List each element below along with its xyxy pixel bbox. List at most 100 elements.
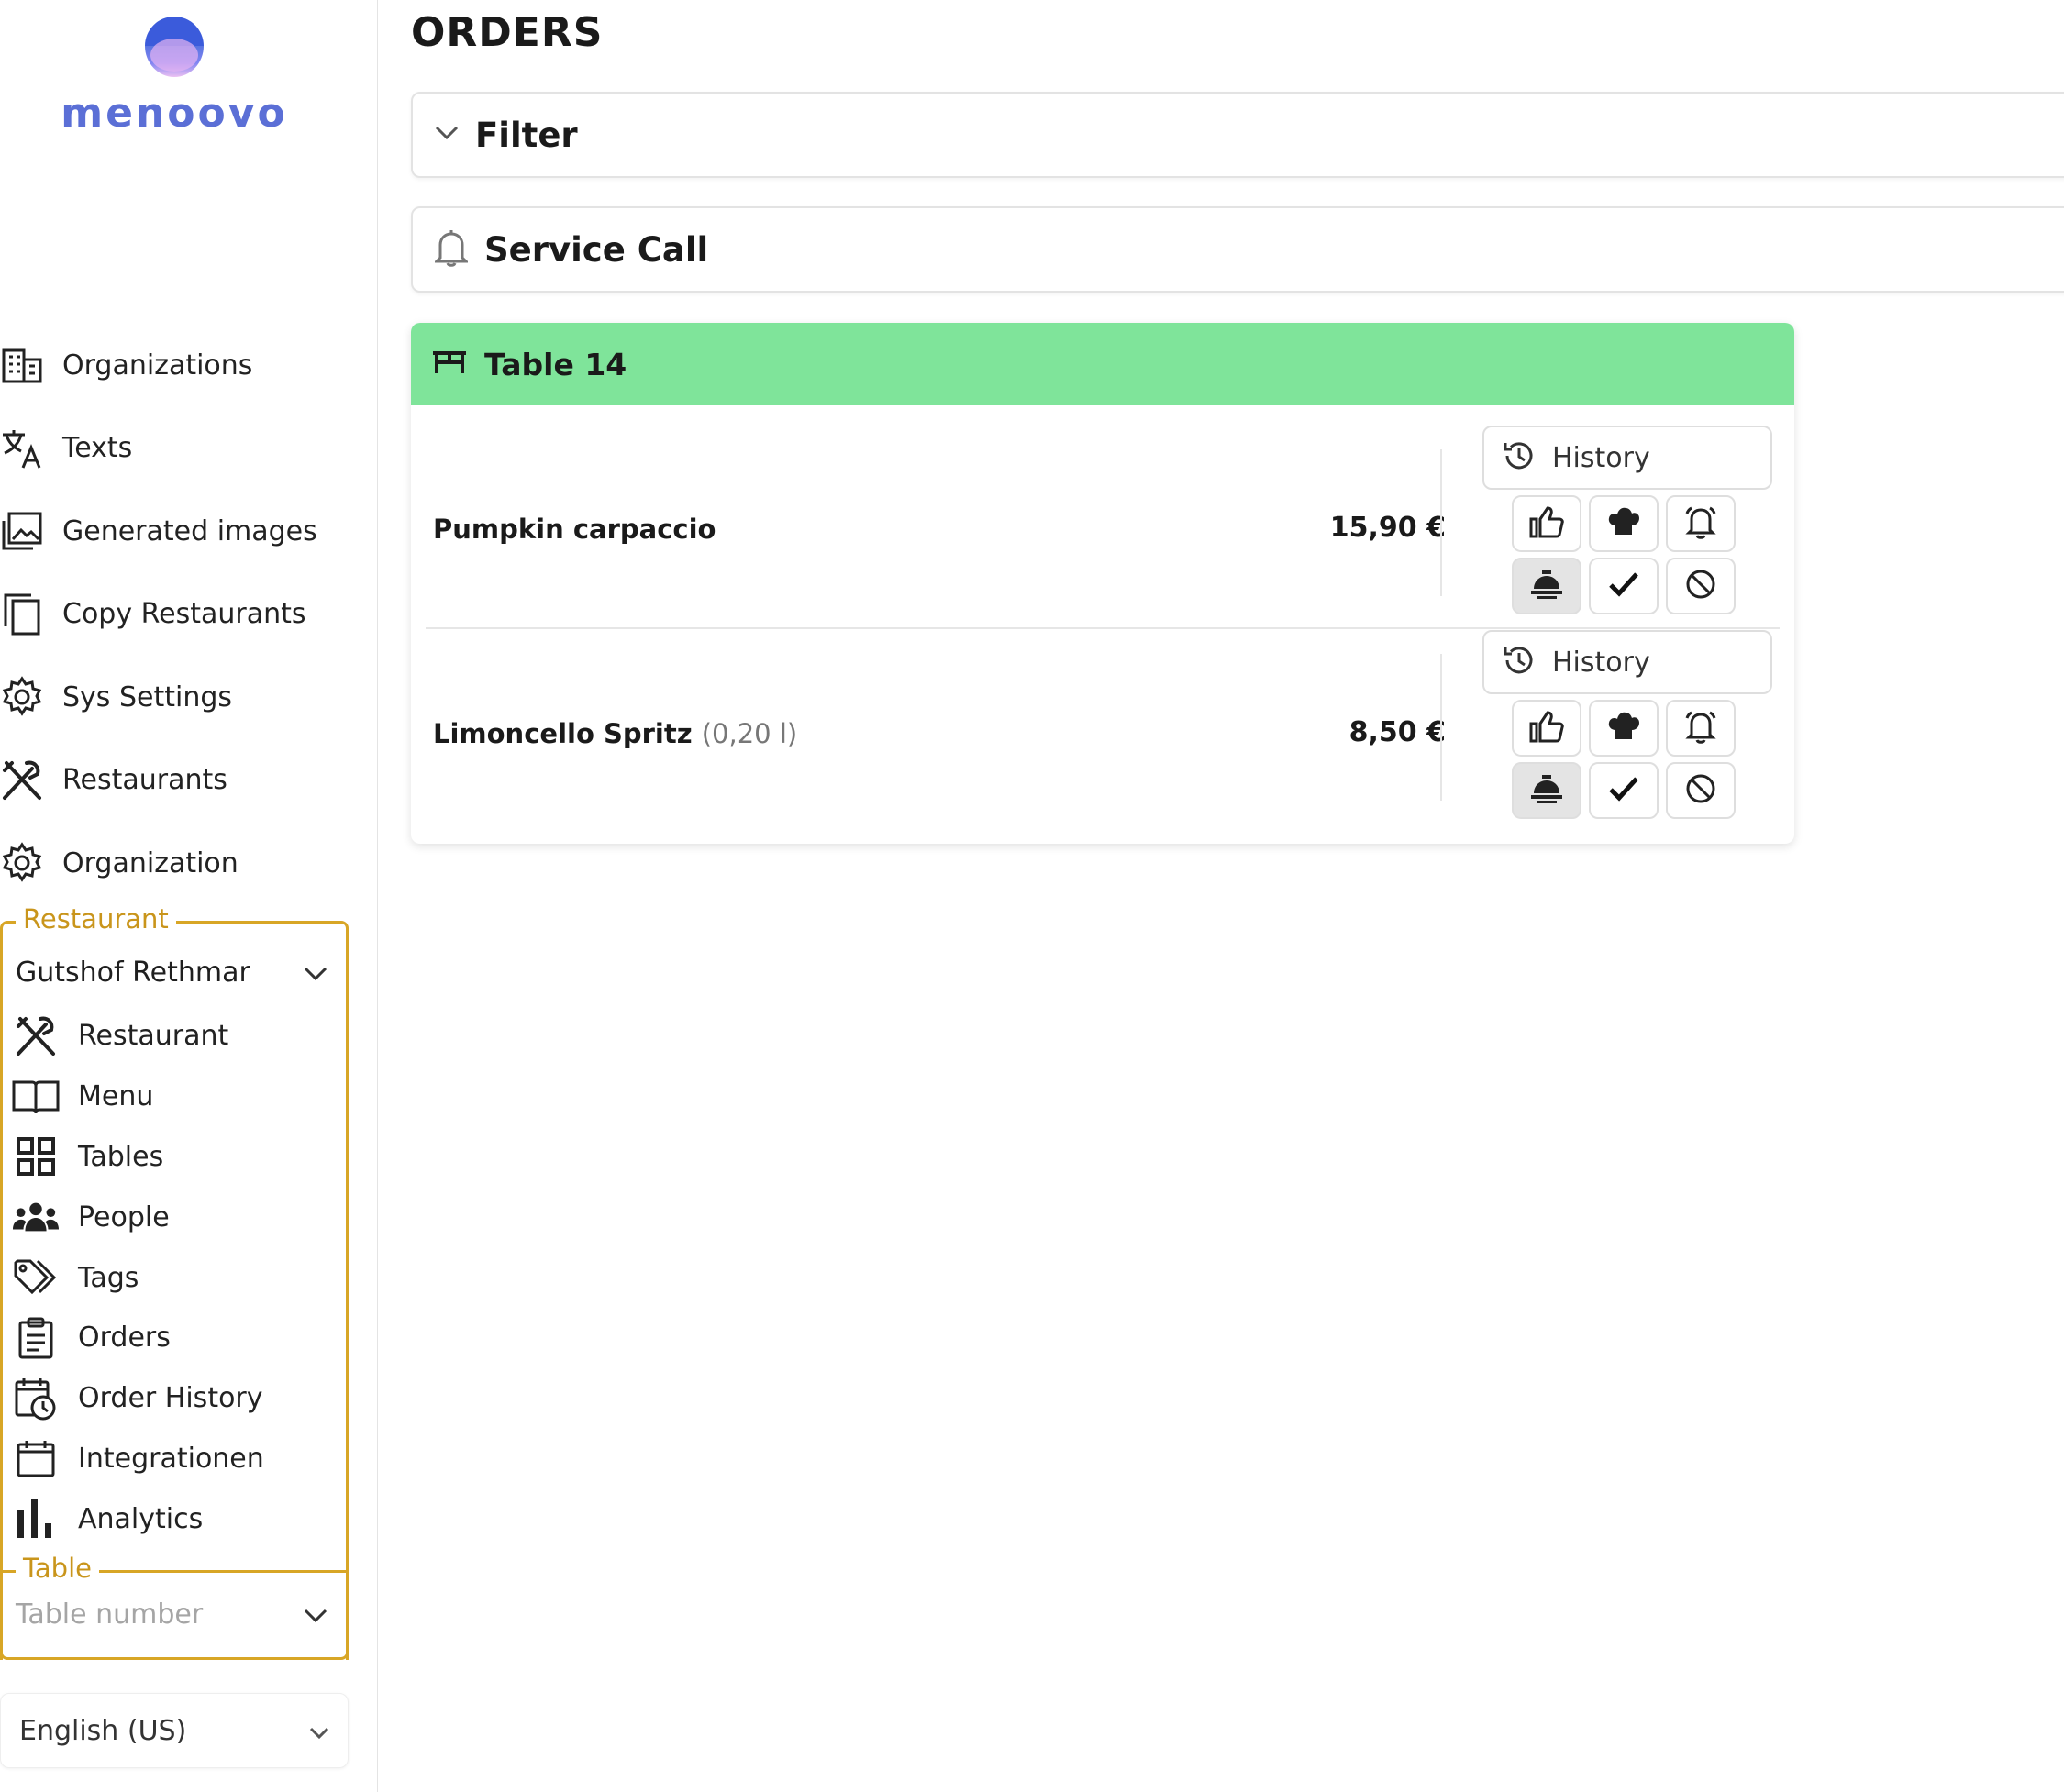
divider — [1440, 654, 1442, 801]
language-value: English (US) — [19, 1714, 187, 1747]
sidebar: menoovo Organizations Texts Generated im… — [0, 0, 378, 1792]
table-number-select[interactable]: Table number — [16, 1591, 327, 1637]
history-icon — [1503, 439, 1536, 476]
copy-icon — [0, 592, 44, 636]
building-icon — [0, 343, 44, 387]
history-button[interactable]: History — [1482, 630, 1772, 694]
nav-item-texts[interactable]: Texts — [0, 407, 378, 491]
sub-item-tags[interactable]: Tags — [12, 1247, 342, 1308]
order-item-name: Limoncello Spritz (0,20 l) — [433, 718, 797, 749]
restaurant-legend: Restaurant — [16, 903, 176, 935]
service-call-panel[interactable]: Service Call — [411, 206, 2064, 293]
order-item-name: Pumpkin carpaccio — [433, 514, 716, 545]
history-label: History — [1552, 646, 1650, 679]
cancel-button[interactable] — [1666, 558, 1736, 614]
chevron-down-icon — [309, 1715, 329, 1747]
sub-item-analytics[interactable]: Analytics — [12, 1488, 342, 1549]
nav-item-generated-images[interactable]: Generated images — [0, 490, 378, 573]
restaurant-select[interactable]: Gutshof Rethmar — [16, 949, 327, 995]
nav-item-restaurants[interactable]: Restaurants — [0, 739, 378, 823]
sub-item-order-history[interactable]: Order History — [12, 1368, 342, 1429]
main-content: ORDERS Filter Service Call Table 14 Pump… — [378, 0, 2064, 1792]
sub-item-orders[interactable]: Orders — [12, 1308, 342, 1368]
table-icon — [431, 349, 468, 379]
table-legend: Table — [16, 1553, 99, 1584]
order-item-title: Pumpkin carpaccio — [433, 514, 716, 545]
nav-label: Restaurants — [62, 764, 227, 797]
send-to-kitchen-button[interactable] — [1589, 495, 1659, 552]
complete-button[interactable] — [1589, 558, 1659, 614]
table-section: Table Table number — [0, 1553, 349, 1660]
nav-item-sys-settings[interactable]: Sys Settings — [0, 656, 378, 739]
restaurant-nav: Restaurant Menu Tables People Tags Order… — [12, 1006, 342, 1549]
chef-hat-icon — [1608, 505, 1639, 542]
cloche-icon — [1529, 773, 1564, 808]
main-nav: Organizations Texts Generated images Cop… — [0, 324, 378, 905]
order-item-quantity: (0,20 l) — [701, 718, 798, 749]
clipboard-icon — [12, 1314, 60, 1362]
send-to-kitchen-button[interactable] — [1589, 700, 1659, 757]
bell-ring-icon — [1683, 709, 1718, 747]
cancel-icon — [1684, 772, 1717, 809]
restaurant-section: Restaurant Gutshof Rethmar Restaurant Me… — [0, 903, 349, 1660]
logo-icon — [145, 17, 204, 77]
sub-item-integrationen[interactable]: Integrationen — [12, 1429, 342, 1489]
grid-icon — [12, 1133, 60, 1180]
sub-item-menu[interactable]: Menu — [12, 1067, 342, 1127]
page-title: ORDERS — [411, 9, 604, 56]
sub-item-label: Integrationen — [78, 1442, 264, 1475]
filter-label: Filter — [475, 115, 578, 155]
serve-button[interactable] — [1512, 762, 1581, 819]
sub-item-label: Orders — [78, 1322, 171, 1355]
nav-item-organizations[interactable]: Organizations — [0, 324, 378, 407]
calendar-icon — [12, 1434, 60, 1482]
restaurant-select-value: Gutshof Rethmar — [16, 956, 250, 989]
sub-item-restaurant[interactable]: Restaurant — [12, 1006, 342, 1067]
check-icon — [1608, 571, 1639, 601]
nav-label: Sys Settings — [62, 680, 233, 713]
cancel-button[interactable] — [1666, 762, 1736, 819]
sub-item-label: Menu — [78, 1080, 154, 1113]
notify-button[interactable] — [1666, 495, 1736, 552]
approve-button[interactable] — [1512, 495, 1581, 552]
sub-item-tables[interactable]: Tables — [12, 1127, 342, 1188]
translate-icon — [0, 426, 44, 470]
approve-button[interactable] — [1512, 700, 1581, 757]
complete-button[interactable] — [1589, 762, 1659, 819]
serve-button[interactable] — [1512, 558, 1581, 614]
brand-name: menoovo — [61, 90, 288, 137]
sub-item-label: Order History — [78, 1382, 263, 1415]
nav-item-copy-restaurants[interactable]: Copy Restaurants — [0, 573, 378, 657]
service-call-label: Service Call — [484, 229, 709, 270]
chevron-down-icon — [304, 957, 327, 989]
thumbs-up-icon — [1529, 505, 1564, 542]
gear-icon — [0, 841, 44, 885]
notify-button[interactable] — [1666, 700, 1736, 757]
nav-label: Copy Restaurants — [62, 598, 306, 631]
sub-item-label: Restaurant — [78, 1020, 229, 1053]
brand-logo[interactable]: menoovo — [55, 9, 294, 137]
nav-label: Texts — [62, 432, 133, 465]
tags-icon — [12, 1254, 60, 1301]
nav-item-organization[interactable]: Organization — [0, 822, 378, 905]
table-order-card: Table 14 Pumpkin carpaccio 15,90 € Histo… — [411, 323, 1794, 844]
history-button[interactable]: History — [1482, 426, 1772, 490]
thumbs-up-icon — [1529, 710, 1564, 747]
fork-knife-icon — [0, 758, 44, 802]
sub-item-label: Tables — [78, 1140, 164, 1173]
people-icon — [12, 1193, 60, 1241]
bell-ring-icon — [1683, 504, 1718, 543]
sub-item-people[interactable]: People — [12, 1187, 342, 1247]
order-item-price: 15,90 € — [1329, 512, 1446, 544]
chevron-down-icon — [304, 1598, 327, 1631]
bar-chart-icon — [12, 1495, 60, 1543]
filter-panel-toggle[interactable]: Filter — [411, 92, 2064, 178]
history-label: History — [1552, 441, 1650, 474]
divider — [1440, 449, 1442, 596]
language-select[interactable]: English (US) — [0, 1693, 349, 1768]
chevron-down-icon — [435, 126, 459, 144]
chef-hat-icon — [1608, 710, 1639, 747]
cancel-icon — [1684, 568, 1717, 604]
nav-label: Generated images — [62, 514, 317, 548]
table-number-placeholder: Table number — [16, 1598, 204, 1631]
